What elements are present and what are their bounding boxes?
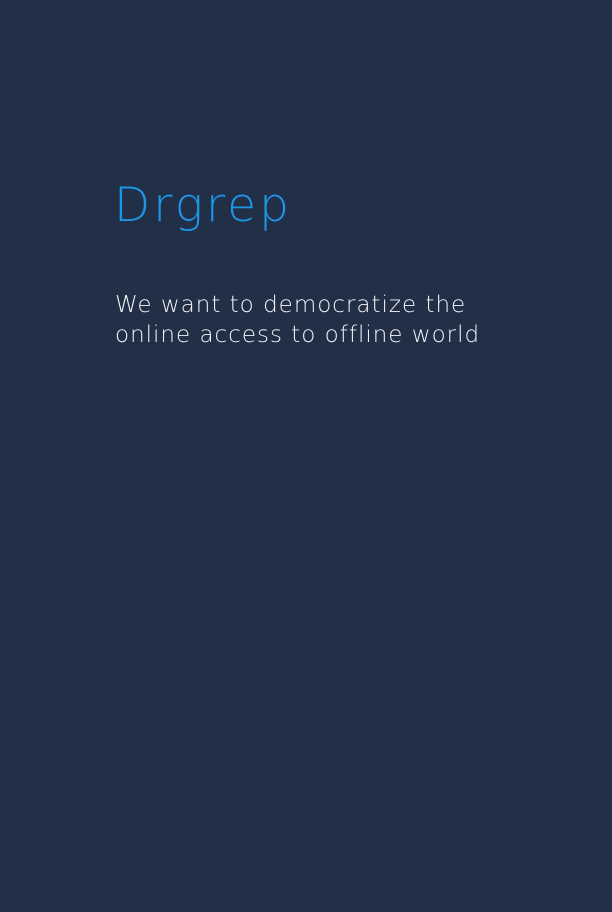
tagline-line-1: We want to democratize the bbox=[115, 292, 467, 318]
splash-screen: Drgrep We want to democratize the online… bbox=[0, 0, 612, 912]
brand-title: Drgrep bbox=[114, 178, 292, 233]
tagline: We want to democratize the online access… bbox=[115, 290, 535, 350]
tagline-line-2: online access to offline world bbox=[115, 322, 481, 348]
